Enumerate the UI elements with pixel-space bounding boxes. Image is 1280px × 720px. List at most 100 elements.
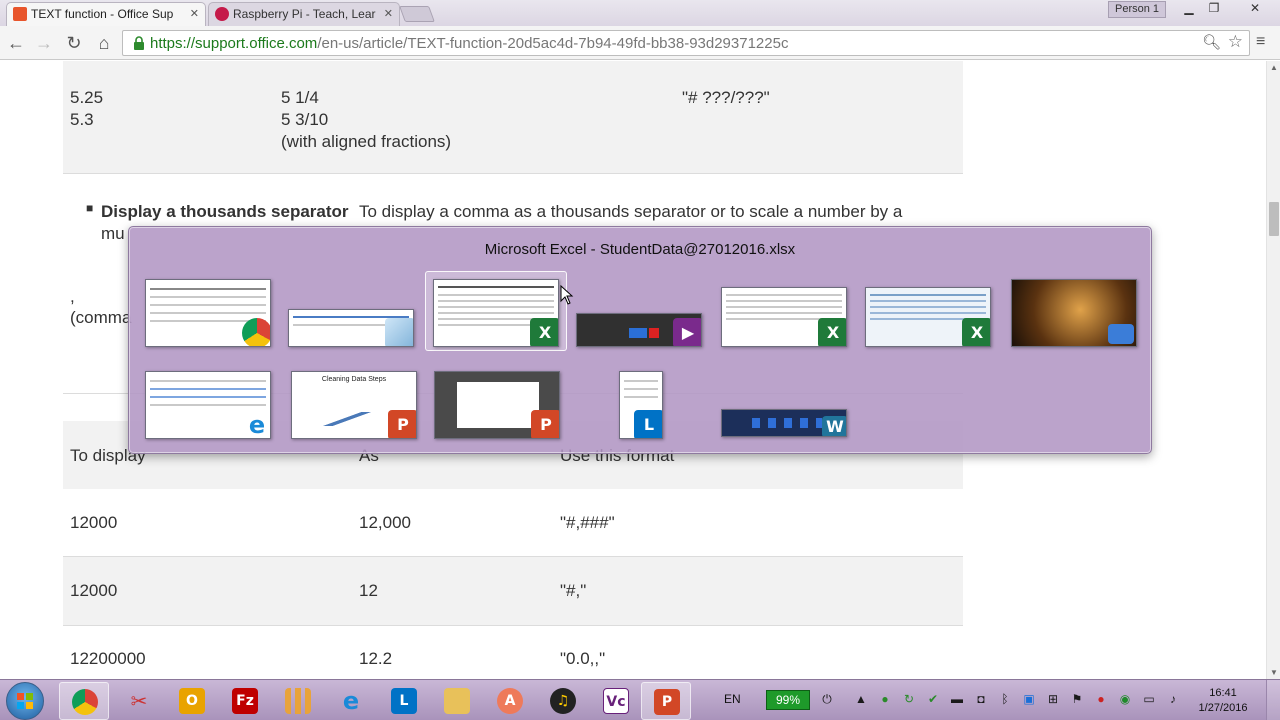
scroll-thumb[interactable] bbox=[1269, 202, 1279, 236]
bluetooth-icon[interactable]: ᛒ bbox=[998, 692, 1012, 706]
table-cell: 12 bbox=[359, 581, 378, 600]
minimize-button[interactable]: ▁ bbox=[1178, 0, 1200, 18]
url-host: https://support.office.com bbox=[150, 35, 318, 52]
taskbar-lync[interactable]: L bbox=[379, 682, 429, 720]
home-icon[interactable]: ⌂ bbox=[92, 31, 116, 55]
excel-window-2-thumbnail[interactable]: X bbox=[721, 287, 847, 347]
close-icon[interactable]: ✕ bbox=[190, 3, 199, 25]
taskbar-anki[interactable]: A bbox=[485, 682, 535, 720]
close-window-button[interactable]: ✕ bbox=[1244, 0, 1266, 18]
chrome-window-thumbnail[interactable] bbox=[145, 279, 271, 347]
lync-icon: L bbox=[391, 688, 417, 714]
taskbar-chrome[interactable] bbox=[59, 682, 109, 720]
tray-network-icon[interactable]: ⊞ bbox=[1046, 692, 1060, 706]
excel-window-thumbnail[interactable]: X bbox=[433, 279, 559, 347]
powerpoint-window-2-thumbnail[interactable]: P bbox=[434, 371, 560, 439]
taskbar-snipping-tool[interactable]: ✂ bbox=[114, 682, 164, 720]
tray-display-icon[interactable]: ▣ bbox=[1022, 692, 1036, 706]
taskbar-internet-explorer[interactable]: e bbox=[326, 682, 376, 720]
taskbar-filezilla[interactable]: Fz bbox=[220, 682, 270, 720]
table-cell: "0.0,," bbox=[560, 649, 606, 668]
taskbar-powerpoint[interactable]: P bbox=[641, 682, 691, 720]
taskbar-apps-grid[interactable] bbox=[273, 682, 323, 720]
address-bar[interactable]: https://support.office.com/en-us/article… bbox=[122, 30, 1250, 56]
internet-explorer-window-thumbnail[interactable]: e bbox=[145, 371, 271, 439]
maximize-button[interactable]: ❐ bbox=[1203, 0, 1225, 18]
tray-monitor-icon[interactable]: ▭ bbox=[1142, 692, 1156, 706]
tray-green-icon[interactable]: ● bbox=[878, 692, 892, 706]
forward-icon[interactable]: → bbox=[32, 31, 56, 55]
excel-icon: X bbox=[530, 318, 558, 346]
paint-window-thumbnail[interactable] bbox=[288, 309, 414, 347]
reload-icon[interactable]: ↻ bbox=[62, 31, 86, 55]
screen-recorder-window-thumbnail[interactable]: ▶ bbox=[576, 313, 702, 347]
new-tab-button[interactable] bbox=[399, 6, 435, 22]
table-cell: "#,###" bbox=[560, 513, 615, 532]
apps-grid-icon bbox=[285, 688, 311, 714]
excel-window-3-thumbnail[interactable]: X bbox=[865, 287, 991, 347]
table-cell: 12200000 bbox=[70, 649, 146, 668]
chrome-icon bbox=[72, 689, 98, 715]
taskbar-headphones[interactable]: ♫ bbox=[538, 682, 588, 720]
result-cell: 5 3/10 bbox=[281, 110, 329, 129]
office-icon bbox=[13, 7, 27, 21]
menu-icon[interactable]: ≡ bbox=[1256, 33, 1265, 51]
taskbar-outlook[interactable]: O bbox=[167, 682, 217, 720]
monitor-icon bbox=[1108, 324, 1134, 344]
battery-indicator[interactable]: 99% bbox=[766, 690, 810, 710]
taskbar-visual-studio[interactable]: Vc bbox=[591, 682, 641, 720]
lock-icon bbox=[134, 36, 144, 50]
close-icon[interactable]: ✕ bbox=[384, 3, 393, 25]
tray-globe-icon[interactable]: ◉ bbox=[1118, 692, 1132, 706]
format-cell: "# ???/???" bbox=[682, 88, 770, 107]
bullet-text: To display a comma as a thousands separa… bbox=[359, 202, 903, 221]
scroll-up-icon[interactable]: ▲ bbox=[1270, 63, 1278, 72]
tray-red-icon[interactable]: ● bbox=[1094, 692, 1108, 706]
zoom-icon[interactable]: 🔍︎ bbox=[1202, 33, 1221, 51]
excel-icon: X bbox=[962, 318, 990, 346]
language-indicator[interactable]: EN bbox=[724, 692, 741, 706]
show-hidden-icons[interactable]: ▲ bbox=[854, 692, 868, 706]
windows-logo-icon bbox=[17, 693, 33, 709]
tab-title: Raspberry Pi - Teach, Lear bbox=[233, 7, 376, 21]
wordpress-player-window-thumbnail[interactable]: W bbox=[721, 409, 847, 437]
start-button[interactable] bbox=[6, 682, 44, 720]
browser-title-bar: TEXT function - Office Sup ✕ Raspberry P… bbox=[0, 0, 1280, 26]
powerpoint-window-thumbnail[interactable]: Cleaning Data Steps P bbox=[291, 371, 417, 439]
tray-check-icon[interactable]: ✔ bbox=[926, 692, 940, 706]
anki-icon: A bbox=[497, 688, 523, 714]
back-icon[interactable]: ← bbox=[4, 31, 28, 55]
value-cell: 5.25 bbox=[70, 88, 104, 107]
taskbar-file-explorer[interactable] bbox=[432, 682, 482, 720]
scroll-down-icon[interactable]: ▼ bbox=[1270, 668, 1278, 677]
tray-refresh-icon[interactable]: ↻ bbox=[902, 692, 916, 706]
lync-window-thumbnail[interactable]: L bbox=[619, 371, 663, 439]
comma-label: , bbox=[70, 287, 75, 306]
tray-usb-icon[interactable]: ▬ bbox=[950, 692, 964, 706]
powerpoint-icon: P bbox=[531, 410, 559, 438]
url-text: https://support.office.com/en-us/article… bbox=[150, 35, 788, 52]
power-plug-icon[interactable]: ⏻ bbox=[820, 692, 834, 706]
clock-date: 1/27/2016 bbox=[1198, 702, 1248, 714]
bookmark-star-icon[interactable]: ☆ bbox=[1228, 32, 1243, 52]
powerpoint-icon: P bbox=[388, 410, 416, 438]
clock-time: 16:41 bbox=[1209, 687, 1237, 699]
tray-flag-icon[interactable]: ⚑ bbox=[1070, 692, 1084, 706]
taskbar: ✂ O Fz e L A ♫ Vc P EN 99% ⏻ ▲ ● ↻ ✔ ▬ ◘… bbox=[0, 679, 1280, 720]
show-desktop-button[interactable] bbox=[1266, 680, 1280, 720]
filezilla-icon: Fz bbox=[232, 688, 258, 714]
tab-text-function[interactable]: TEXT function - Office Sup ✕ bbox=[6, 2, 206, 26]
powerpoint-icon: P bbox=[654, 689, 680, 715]
volume-icon[interactable]: ♪ bbox=[1166, 692, 1180, 706]
tab-raspberry-pi[interactable]: Raspberry Pi - Teach, Lear ✕ bbox=[208, 2, 400, 26]
tray-dash-icon[interactable]: ◘ bbox=[974, 692, 988, 706]
row-divider bbox=[63, 173, 963, 174]
wordpress-icon: W bbox=[822, 416, 846, 436]
vertical-scrollbar[interactable]: ▲ ▼ bbox=[1266, 61, 1280, 679]
person-button[interactable]: Person 1 bbox=[1108, 1, 1166, 18]
system-clock[interactable]: 16:41 1/27/2016 bbox=[1190, 686, 1256, 716]
paint-icon bbox=[385, 318, 413, 346]
result-note: (with aligned fractions) bbox=[281, 132, 452, 151]
thumbnail-caption: Cleaning Data Steps bbox=[321, 376, 387, 383]
buddha-image-window-thumbnail[interactable] bbox=[1011, 279, 1137, 347]
